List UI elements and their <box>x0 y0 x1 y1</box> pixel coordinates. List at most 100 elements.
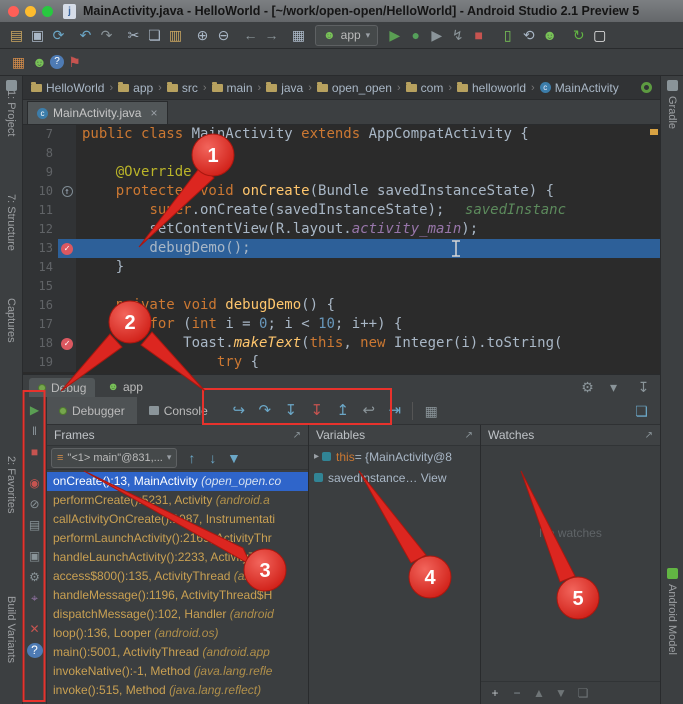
gutter[interactable] <box>58 258 76 277</box>
run-config-dropdown[interactable]: ☻ app ▾ <box>315 25 378 46</box>
step-into-icon[interactable]: ↧ <box>278 403 304 418</box>
sync-icon[interactable]: ⟳ <box>48 28 69 42</box>
help-button[interactable]: ? <box>27 643 43 658</box>
code-line-8[interactable]: 8 <box>23 144 660 163</box>
gutter[interactable] <box>58 353 76 372</box>
code-line-16[interactable]: 16 private void debugDemo() { <box>23 296 660 315</box>
event-log-icon[interactable]: ⚑ <box>64 55 85 69</box>
move-up-button[interactable]: ▲ <box>532 687 546 699</box>
gutter[interactable]: ✓ <box>58 239 76 258</box>
debug-bug-button[interactable]: ● <box>405 28 426 42</box>
tool-button-1-project[interactable]: 1: Project <box>5 90 17 136</box>
cut-icon[interactable]: ✂ <box>123 28 144 42</box>
gutter[interactable]: ↑ <box>58 182 76 201</box>
breakpoint-icon[interactable]: ✓ <box>61 338 73 350</box>
tool-button-android-model[interactable]: Android Model <box>666 584 678 655</box>
breadcrumb-item-helloworld[interactable]: helloworld <box>457 81 526 95</box>
gutter[interactable] <box>58 201 76 220</box>
settings-button[interactable]: ⚙ <box>27 570 43 585</box>
frame-row[interactable]: performCreate():5231, Activity (android.… <box>47 491 308 510</box>
tool-button-2-favorites[interactable]: 2: Favorites <box>5 456 17 513</box>
frame-down-icon[interactable]: ↓ <box>202 451 223 465</box>
sdk-manager-button[interactable]: ☻ <box>539 28 560 42</box>
float-panel-icon[interactable]: ↗ <box>465 430 473 441</box>
tab-console[interactable]: Console <box>137 397 220 424</box>
frame-row[interactable]: onCreate():13, MainActivity (open_open.c… <box>47 472 308 491</box>
frame-row[interactable]: handleLaunchActivity():2233, ActivityT <box>47 548 308 567</box>
hide-panel-icon[interactable]: ↧ <box>633 380 654 394</box>
stop-button[interactable]: ■ <box>27 445 43 460</box>
theme-editor-icon[interactable]: ▦ <box>8 55 29 69</box>
breadcrumb-item-helloworld[interactable]: HelloWorld <box>31 81 104 95</box>
restore-layout-icon[interactable]: ❏ <box>631 404 652 418</box>
move-down-button[interactable]: ▼ <box>554 687 568 699</box>
help-icon[interactable]: ? <box>50 55 64 69</box>
breakpoint-icon[interactable]: ✓ <box>61 243 73 255</box>
code-line-10[interactable]: 10↑ protected void onCreate(Bundle saved… <box>23 182 660 201</box>
copy-icon[interactable]: ❏ <box>144 28 165 42</box>
code-line-9[interactable]: 9 @Override <box>23 163 660 182</box>
code-line-17[interactable]: 17 for (int i = 0; i < 10; i++) { <box>23 315 660 334</box>
zoom-window-button[interactable] <box>42 6 53 17</box>
gear-icon[interactable]: ⚙ <box>577 380 598 394</box>
android-monitor-icon[interactable]: ☻ <box>29 55 50 69</box>
frame-row[interactable]: invoke():515, Method (java.lang.reflect) <box>47 681 308 700</box>
frame-row[interactable]: main():5001, ActivityThread (android.app <box>47 643 308 662</box>
gutter[interactable] <box>58 163 76 182</box>
code-line-15[interactable]: 15 <box>23 277 660 296</box>
zoom-out-icon[interactable]: ⊖ <box>213 28 234 42</box>
gutter[interactable] <box>58 277 76 296</box>
code-line-19[interactable]: 19 try { <box>23 353 660 372</box>
pin-button[interactable]: ⌖ <box>27 591 43 606</box>
zoom-in-icon[interactable]: ⊕ <box>192 28 213 42</box>
force-step-into-icon[interactable]: ↧ <box>304 403 330 418</box>
breadcrumb-item-java[interactable]: java <box>266 81 303 95</box>
attach-debugger-button[interactable]: ↯ <box>447 28 468 42</box>
code-line-13[interactable]: 13✓ debugDemo(); <box>23 239 660 258</box>
close-tab-icon[interactable]: × <box>150 106 157 120</box>
step-over-icon[interactable]: ↷ <box>252 403 278 418</box>
frame-row[interactable]: loop():136, Looper (android.os) <box>47 624 308 643</box>
variable-row-savedInstance[interactable]: savedInstance… View <box>309 467 480 488</box>
expand-icon[interactable]: ▸ <box>314 451 319 462</box>
gradle-status-icon[interactable] <box>641 82 652 93</box>
frame-row[interactable]: invokeNative():-1, Method (java.lang.ref… <box>47 662 308 681</box>
tool-button-build-variants[interactable]: Build Variants <box>5 596 17 663</box>
undo-icon[interactable]: ↶ <box>75 28 96 42</box>
gutter[interactable] <box>58 315 76 334</box>
save-all-icon[interactable]: ▣ <box>27 28 48 42</box>
close-button[interactable]: ✕ <box>27 622 43 637</box>
tab-debug[interactable]: Debug <box>29 378 95 397</box>
mute-breakpoints-button[interactable]: ⊘ <box>27 497 43 512</box>
float-panel-icon[interactable]: ↗ <box>293 430 301 441</box>
filter-frames-icon[interactable]: ▼ <box>223 451 244 465</box>
pause-button[interactable]: ‖ <box>27 424 43 439</box>
frame-up-icon[interactable]: ↑ <box>181 451 202 465</box>
drop-frame-icon[interactable]: ↩ <box>356 403 382 418</box>
tab-debugger[interactable]: Debugger <box>47 397 137 424</box>
breadcrumb-item-mainactivity[interactable]: cMainActivity <box>540 81 619 95</box>
thread-selector[interactable]: ≡ "<1> main"@831,... ▾ <box>51 448 177 468</box>
tool-button-captures[interactable]: Captures <box>5 298 17 343</box>
float-panel-icon[interactable]: ↗ <box>645 430 653 441</box>
tool-button-gradle[interactable]: Gradle <box>666 96 678 129</box>
code-line-12[interactable]: 12 setContentView(R.layout.activity_main… <box>23 220 660 239</box>
code-line-18[interactable]: 18✓ Toast.makeText(this, new Integer(i).… <box>23 334 660 353</box>
frame-row[interactable]: handleMessage():1196, ActivityThread$H <box>47 586 308 605</box>
run-button[interactable]: ▶ <box>384 28 405 42</box>
instant-run-icon[interactable]: ↻ <box>568 28 589 42</box>
step-out-icon[interactable]: ↥ <box>330 403 356 418</box>
view-breakpoints-button[interactable]: ◉ <box>27 476 43 491</box>
frame-row[interactable]: access$800():135, ActivityThread (and <box>47 567 308 586</box>
thread-dump-button[interactable]: ▤ <box>27 518 43 533</box>
override-method-icon[interactable]: ↑ <box>62 186 73 197</box>
breadcrumb-item-main[interactable]: main <box>212 81 253 95</box>
breadcrumb-item-open_open[interactable]: open_open <box>317 81 392 95</box>
gutter[interactable] <box>58 296 76 315</box>
redo-icon[interactable]: ↷ <box>96 28 117 42</box>
tab-mainactivity[interactable]: c MainActivity.java × <box>27 101 168 124</box>
run-to-cursor-icon[interactable]: ⇥ <box>382 403 408 418</box>
chevron-down-icon[interactable]: ▾ <box>603 380 624 394</box>
code-line-11[interactable]: 11 super.onCreate(savedInstanceState); s… <box>23 201 660 220</box>
stop-button[interactable]: ■ <box>468 28 489 42</box>
